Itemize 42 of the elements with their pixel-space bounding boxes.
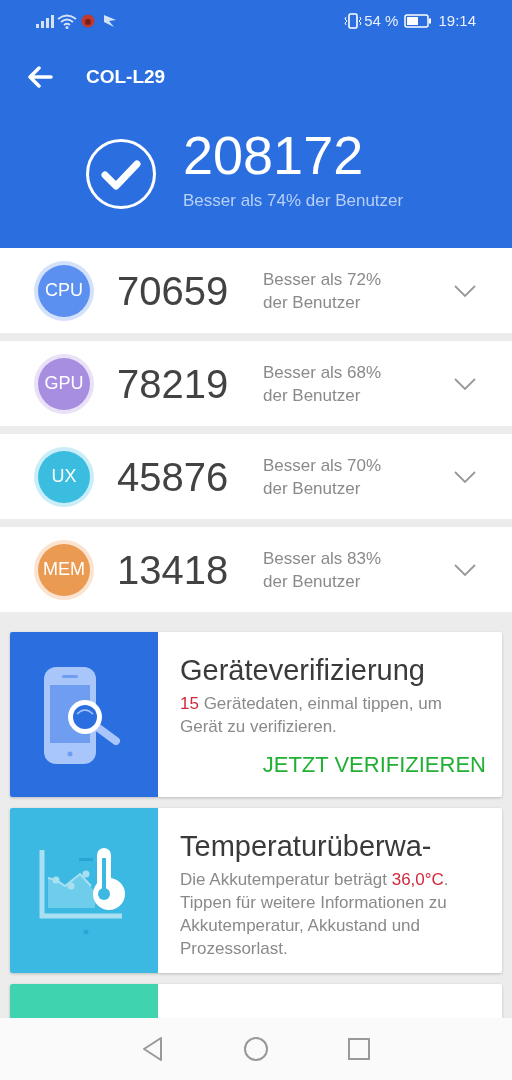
vibrate-icon [344,13,363,29]
back-arrow-icon [27,66,53,88]
score-row[interactable]: CPU 70659 Besser als 72% der Benutzer [0,248,512,333]
back-button[interactable] [27,64,53,90]
total-score: 208172 [183,124,364,186]
feature-card[interactable]: Temperaturüberwa- Die Akkutemperatur beträgt 36,0°C. Tippen für weitere Informationen zu Akkutemperatur, Akkustand und Prozessorlast. [10,808,502,973]
score-row[interactable]: UX 45876 Besser als 70% der Benutzer [0,434,512,519]
flag-icon [103,14,117,28]
chevron-icon[interactable] [454,377,476,390]
recents-nav-button[interactable] [347,1037,371,1061]
category-score: 78219 [117,360,230,408]
check-circle-icon [85,138,157,210]
category-caption: Besser als 68% der Benutzer [263,361,383,407]
category-caption: Besser als 83% der Benutzer [263,547,383,593]
battery-icon [404,14,433,28]
total-caption: Besser als 74% der Benutzer [183,190,404,212]
feature-card[interactable]: Geräteverifizierung 15 Gerätedaten, einmal tippen, um Gerät zu verifizieren. JETZT VERIFIZIEREN [10,632,502,797]
category-badge: MEM [38,543,90,596]
category-badge: GPU [38,357,90,410]
category-score: 70659 [117,267,230,315]
category-badge: CPU [38,264,90,317]
card-description: Die Akkutemperatur beträgt 36,0°C. Tippen für weitere Informationen zu Akkutemperatur, Akkustand und Prozessorlast. [180,869,450,960]
card-description: 15 Gerätedaten, einmal tippen, um Gerät zu verifizieren. [180,693,443,738]
card-title: Geräteverifizierung [180,653,426,688]
home-nav-button[interactable] [243,1036,269,1062]
back-nav-button[interactable] [141,1036,165,1062]
chevron-icon[interactable] [454,284,476,297]
wifi-icon [57,13,77,29]
category-score: 13418 [117,546,230,594]
card-title: Temperaturüberwa- [180,829,433,864]
signal-icon [36,14,54,28]
clock-time: 19:14 [438,10,476,31]
category-caption: Besser als 70% der Benutzer [263,454,383,500]
chevron-icon[interactable] [454,563,476,576]
battery-percent: 54 % [364,10,399,31]
score-row[interactable]: MEM 13418 Besser als 83% der Benutzer [0,527,512,612]
category-badge: UX [38,450,90,503]
device-title: COL-L29 [86,64,166,89]
category-score: 45876 [117,453,230,501]
score-row[interactable]: GPU 78219 Besser als 68% der Benutzer [0,341,512,426]
chevron-icon[interactable] [454,470,476,483]
category-caption: Besser als 72% der Benutzer [263,268,383,314]
